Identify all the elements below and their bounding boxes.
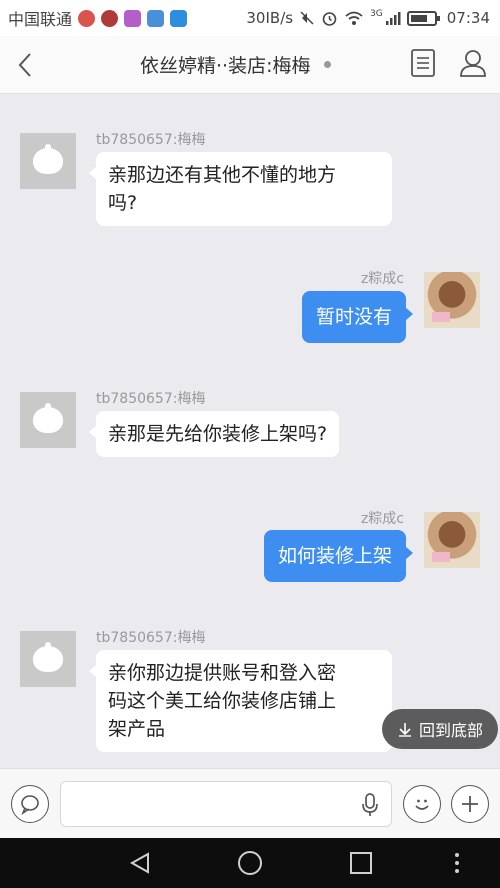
message-bubble-incoming[interactable]: 亲那边还有其他不懂的地方 吗? bbox=[89, 152, 392, 226]
sender-name: z粽成c bbox=[360, 271, 404, 287]
message-input-box[interactable] bbox=[60, 781, 392, 827]
message-text-line: 码这个美工给你装修店铺上 bbox=[108, 690, 337, 712]
message-text-line: 架产品 bbox=[108, 718, 166, 740]
wifi-icon bbox=[345, 11, 363, 25]
notification-app-icon bbox=[101, 9, 119, 27]
notification-app-icon bbox=[170, 9, 188, 27]
nav-home-icon[interactable] bbox=[237, 850, 263, 876]
alarm-icon bbox=[322, 11, 337, 26]
battery-icon bbox=[406, 10, 440, 26]
carrier-label: 中国联通 bbox=[8, 10, 73, 29]
network-speed: 30IB/s bbox=[246, 9, 294, 27]
mute-icon bbox=[300, 11, 314, 25]
message-bubble-outgoing[interactable]: 如何装修上架 bbox=[263, 530, 414, 582]
system-nav-bar bbox=[0, 838, 500, 888]
message-input[interactable] bbox=[61, 782, 341, 826]
network-type: 3G bbox=[370, 9, 383, 19]
chat-header: 依丝婷精··装店:梅梅 bbox=[0, 36, 500, 94]
smiley-icon bbox=[415, 799, 429, 810]
message-bubble-incoming[interactable]: 亲你那边提供账号和登入密 码这个美工给你装修店铺上 架产品 bbox=[89, 650, 392, 752]
microphone-icon[interactable] bbox=[361, 792, 379, 818]
order-list-icon[interactable] bbox=[410, 48, 436, 78]
seller-avatar[interactable] bbox=[20, 631, 76, 687]
sender-name: tb7850657:梅梅 bbox=[96, 391, 206, 407]
back-button[interactable] bbox=[0, 36, 50, 94]
user-avatar[interactable] bbox=[424, 512, 480, 568]
status-bar: 中国联通 30IB/s 3G 07:34 bbox=[0, 0, 500, 36]
chevron-left-icon bbox=[18, 52, 31, 77]
clock: 07:34 bbox=[446, 9, 490, 27]
online-status-dot bbox=[324, 61, 332, 68]
chat-title: 依丝婷精··装店:梅梅 bbox=[140, 51, 332, 78]
message-text-line: 亲那边还有其他不懂的地方 bbox=[108, 164, 337, 186]
arrow-down-icon bbox=[398, 723, 411, 737]
message-text-line: 亲你那边提供账号和登入密 bbox=[108, 662, 337, 684]
profile-icon[interactable] bbox=[458, 48, 488, 78]
scroll-to-bottom-button[interactable]: 回到底部 bbox=[382, 709, 498, 749]
message-text-line: 暂时没有 bbox=[315, 306, 392, 328]
chat-title-text: 依丝婷精··装店:梅梅 bbox=[140, 55, 311, 77]
chat-bubble-logo-icon bbox=[33, 403, 63, 433]
message-bubble-outgoing[interactable]: 暂时没有 bbox=[301, 291, 414, 343]
message-bubble-incoming[interactable]: 亲那是先给你装修上架吗? bbox=[88, 411, 340, 457]
message-text-line: 亲那是先给你装修上架吗? bbox=[108, 423, 328, 445]
voice-toggle-button[interactable] bbox=[11, 785, 49, 823]
input-bar bbox=[0, 768, 500, 838]
notification-app-icon bbox=[124, 9, 142, 27]
emoji-button[interactable] bbox=[403, 785, 441, 823]
speech-bubble-icon bbox=[21, 795, 39, 815]
nav-menu-icon[interactable] bbox=[452, 852, 462, 874]
message-text-line: 如何装修上架 bbox=[277, 545, 392, 567]
message-list[interactable]: tb7850657:梅梅 亲那边还有其他不懂的地方 吗? z粽成c 暂时没有 t… bbox=[0, 95, 500, 768]
sender-name: tb7850657:梅梅 bbox=[96, 132, 206, 148]
notification-app-icon bbox=[78, 9, 96, 27]
sender-name: z粽成c bbox=[360, 511, 404, 527]
notification-app-icon bbox=[147, 9, 165, 27]
user-avatar[interactable] bbox=[424, 272, 480, 328]
sender-name: tb7850657:梅梅 bbox=[96, 630, 206, 646]
chat-bubble-logo-icon bbox=[33, 144, 63, 174]
seller-avatar[interactable] bbox=[20, 392, 76, 448]
plus-icon bbox=[462, 796, 478, 812]
nav-back-icon[interactable] bbox=[128, 851, 152, 875]
nav-recents-icon[interactable] bbox=[349, 851, 373, 875]
scroll-to-bottom-label: 回到底部 bbox=[418, 721, 483, 740]
signal-icon bbox=[385, 12, 401, 25]
message-text-line: 吗? bbox=[108, 192, 138, 214]
chat-bubble-logo-icon bbox=[33, 642, 63, 672]
more-options-button[interactable] bbox=[451, 785, 489, 823]
seller-avatar[interactable] bbox=[20, 133, 76, 189]
